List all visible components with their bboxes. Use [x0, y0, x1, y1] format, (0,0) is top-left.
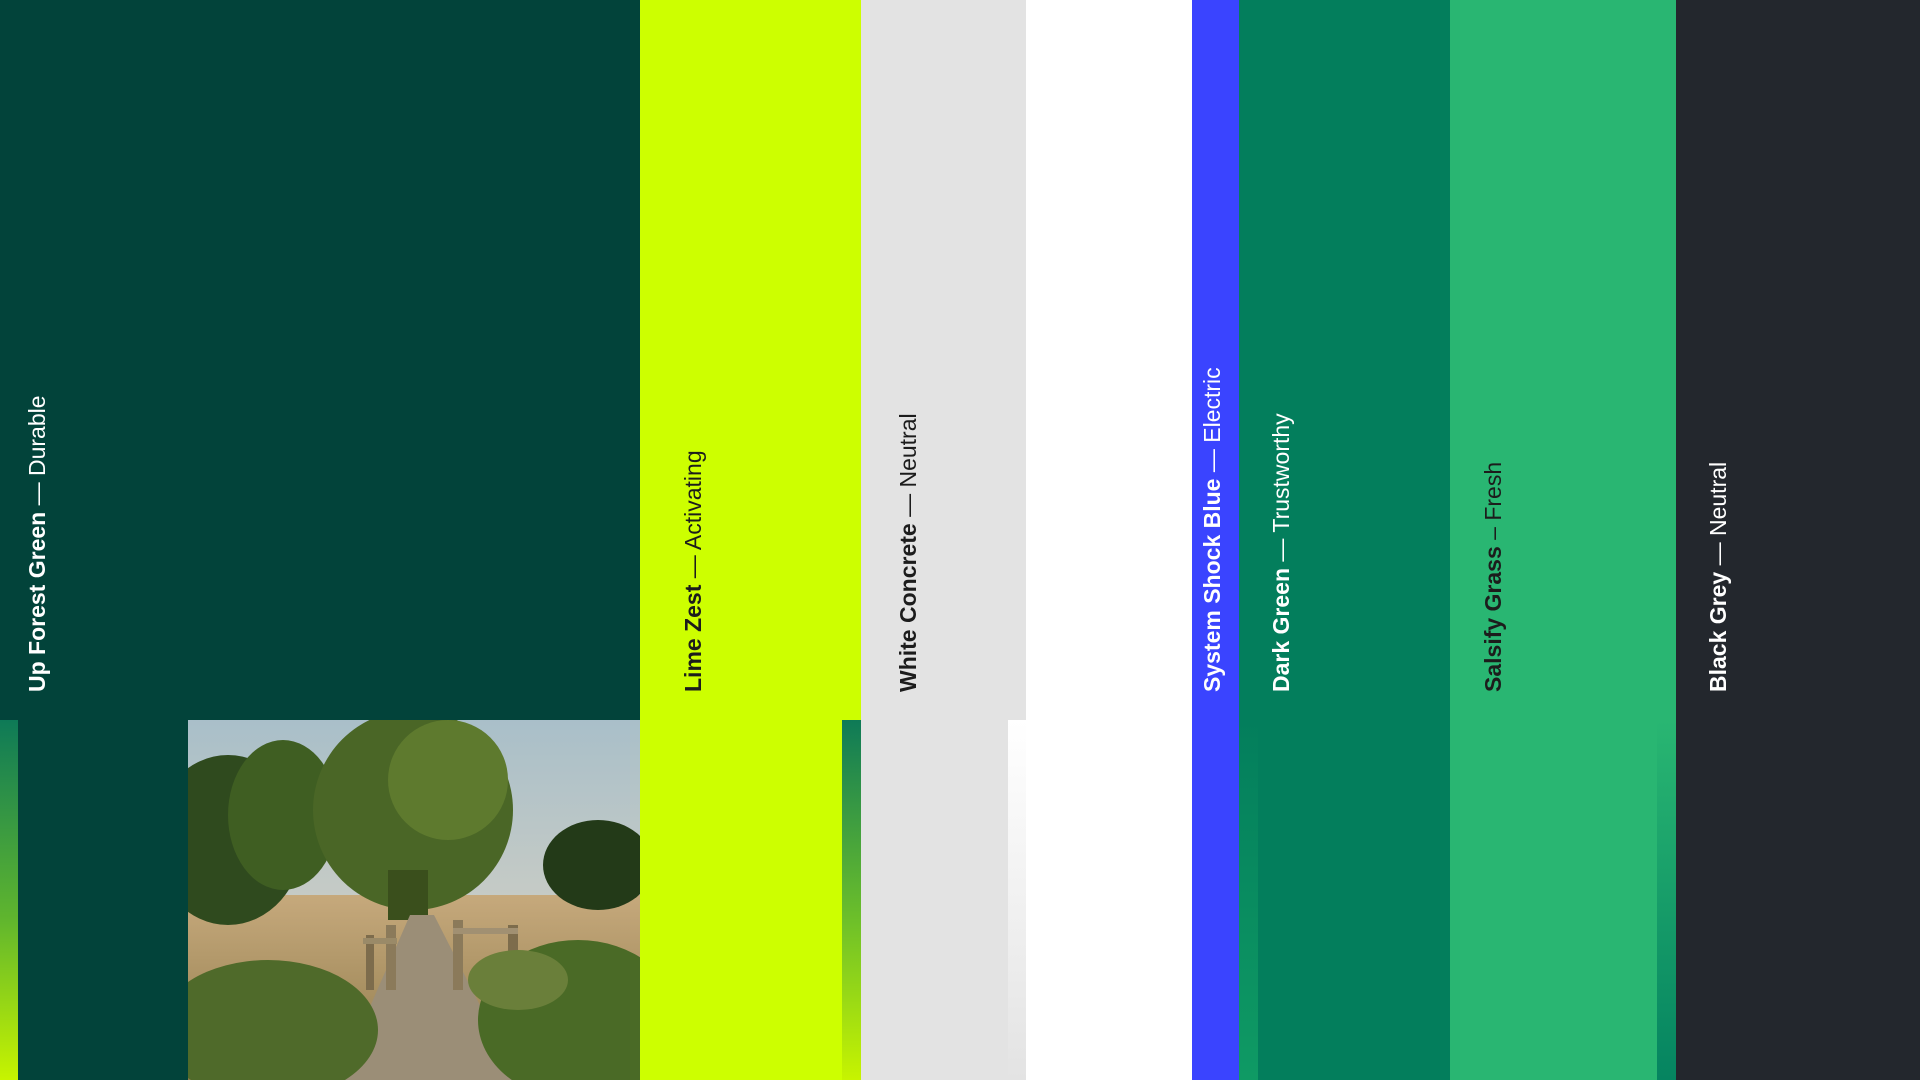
label-up-forest-green: Up Forest Green — Durable [24, 395, 50, 692]
label-dark-green: Dark Green — Trustworthy [1268, 413, 1294, 692]
swatch-name: Lime Zest [680, 584, 706, 692]
swatch-name: Salsify Grass [1480, 546, 1506, 692]
swatch-name: Dark Green [1268, 567, 1294, 692]
swatch-name: Black Grey [1705, 571, 1731, 692]
swatch-lime-zest [640, 0, 861, 1080]
swatch-description: Trustworthy [1268, 413, 1294, 533]
swatch-white-concrete [861, 0, 1026, 720]
swatch-separator: — [24, 476, 50, 512]
swatch-description: Neutral [895, 413, 921, 488]
swatch-description: Durable [24, 395, 50, 476]
swatch-name: System Shock Blue [1199, 478, 1225, 692]
label-system-shock-blue: System Shock Blue — Electric [1199, 367, 1225, 692]
swatch-separator: — [895, 487, 921, 524]
swatch-description: Activating [680, 450, 706, 551]
swatch-up-forest-green [0, 0, 640, 720]
gradient-strip-grass [1657, 720, 1676, 1080]
label-salsify-grass: Salsify Grass – Fresh [1480, 461, 1506, 692]
label-white-concrete: White Concrete — Neutral [895, 413, 921, 692]
swatch-name: White Concrete [895, 523, 921, 692]
gradient-strip-left [0, 720, 18, 1080]
swatch-separator: — [680, 550, 706, 585]
swatch-up-forest-green-lower [0, 720, 188, 1080]
white-spacer [1026, 0, 1192, 1080]
swatch-description: Neutral [1705, 461, 1731, 537]
gradient-strip-lime [842, 720, 861, 1080]
swatch-name: Up Forest Green [24, 511, 50, 692]
gradient-strip-concrete [1008, 720, 1026, 1080]
swatch-description: Electric [1199, 367, 1225, 443]
label-black-grey: Black Grey — Neutral [1705, 461, 1731, 692]
gradient-strip-dark-green [1239, 720, 1258, 1080]
swatch-separator: – [1480, 520, 1506, 547]
swatch-separator: — [1705, 536, 1731, 572]
swatch-description: Fresh [1480, 461, 1506, 521]
swatch-white-concrete-lower [861, 720, 1008, 1080]
swatch-separator: — [1199, 442, 1225, 479]
landscape-photo [188, 720, 640, 1080]
swatch-separator: — [1268, 532, 1294, 568]
label-lime-zest: Lime Zest — Activating [680, 450, 706, 692]
